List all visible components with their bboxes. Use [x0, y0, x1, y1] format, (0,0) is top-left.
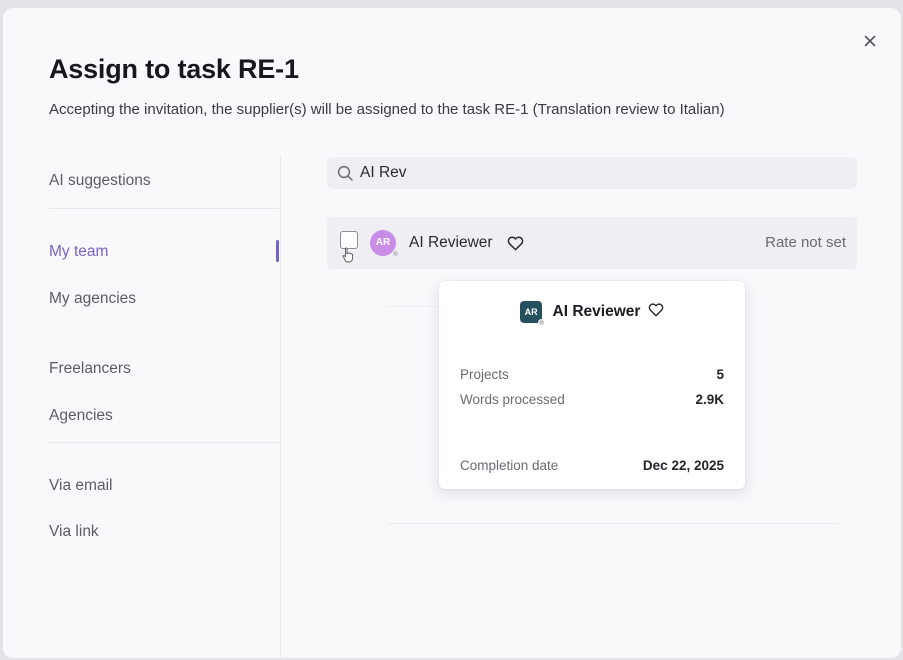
tooltip-header: AR AI Reviewer	[439, 301, 745, 326]
active-indicator	[276, 240, 279, 262]
stat-value-projects: 5	[716, 367, 724, 382]
status-dot	[392, 250, 399, 257]
stat-value-words: 2.9K	[695, 392, 724, 407]
pointer-cursor-icon	[342, 247, 354, 263]
sidebar-item-my-team[interactable]: My team	[49, 243, 108, 261]
avatar-initials: AR	[524, 307, 538, 317]
close-icon	[864, 35, 876, 47]
supplier-name[interactable]: AI Reviewer	[409, 234, 493, 252]
sidebar-divider	[49, 208, 279, 209]
avatar: AR	[520, 301, 546, 326]
status-dot	[538, 319, 546, 326]
tooltip-name: AI Reviewer	[552, 303, 641, 320]
stat-value-completion: Dec 22, 2025	[642, 458, 724, 473]
search-box[interactable]	[327, 157, 857, 189]
favorite-button[interactable]	[507, 236, 524, 256]
stat-label-completion: Completion date	[460, 458, 559, 473]
favorite-button[interactable]	[648, 302, 664, 322]
sidebar-item-freelancers[interactable]: Freelancers	[49, 360, 131, 378]
stat-label-projects: Projects	[460, 367, 509, 382]
sidebar-item-via-email[interactable]: Via email	[49, 477, 112, 495]
close-button[interactable]	[861, 32, 879, 50]
sidebar-divider	[49, 442, 279, 443]
dialog-subtitle: Accepting the invitation, the supplier(s…	[49, 101, 725, 118]
heart-outline-icon	[648, 302, 664, 316]
search-icon	[337, 165, 353, 181]
dialog-title: Assign to task RE-1	[49, 54, 299, 84]
supplier-tooltip: AR AI Reviewer Projects 5 Words processe…	[439, 281, 745, 489]
sidebar-item-my-agencies[interactable]: My agencies	[49, 290, 136, 308]
sidebar-item-ai-suggestions[interactable]: AI suggestions	[49, 172, 151, 190]
rate-label: Rate not set	[765, 234, 846, 251]
heart-outline-icon	[507, 236, 524, 251]
sidebar-item-agencies[interactable]: Agencies	[49, 407, 113, 425]
assign-dialog: Assign to task RE-1 Accepting the invita…	[3, 8, 901, 658]
sidebar-item-via-link[interactable]: Via link	[49, 523, 99, 541]
table-row[interactable]: AR AI Reviewer Rate not set	[327, 217, 857, 269]
stat-label-words: Words processed	[460, 392, 565, 407]
placeholder-line	[387, 523, 839, 524]
placeholder-line	[387, 306, 437, 307]
sidebar: AI suggestions My team My agencies Freel…	[3, 156, 281, 658]
search-input[interactable]	[360, 157, 840, 189]
